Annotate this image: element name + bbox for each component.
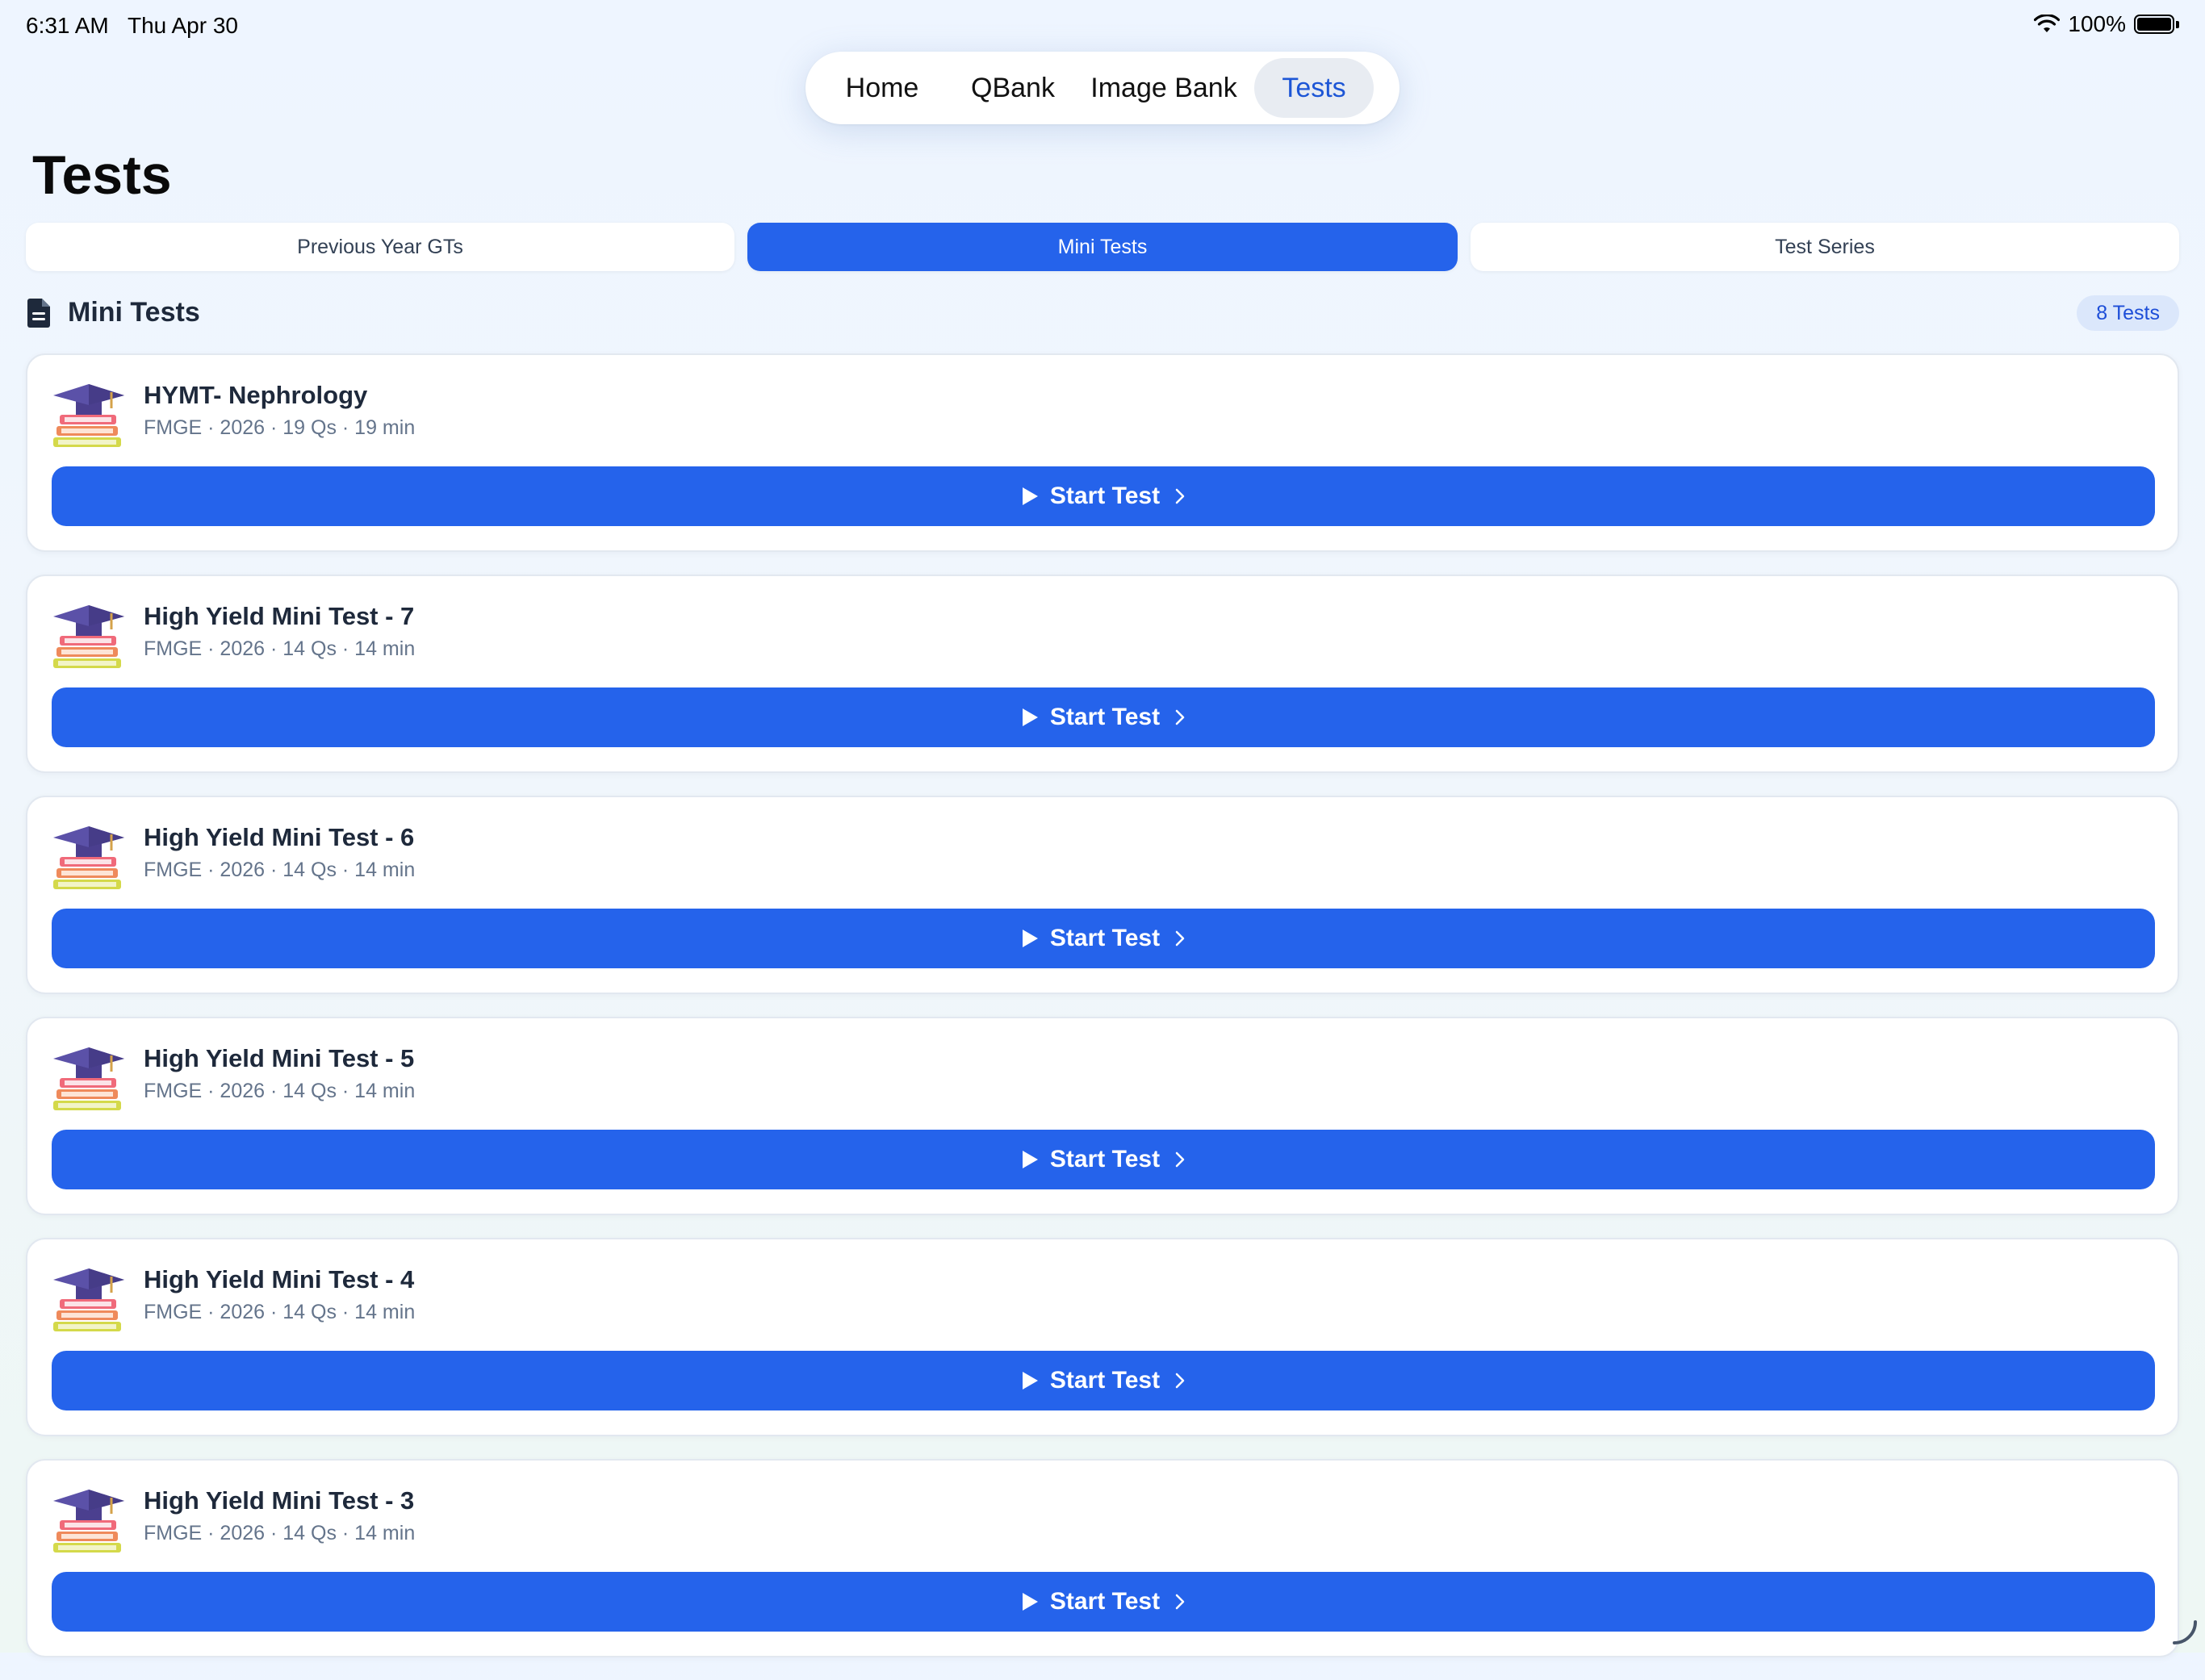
battery-percent: 100% [2068, 11, 2126, 37]
chevron-right-icon [1174, 1372, 1186, 1390]
test-card: High Yield Mini Test - 4 FMGE · 2026 · 1… [26, 1238, 2179, 1436]
start-test-button[interactable]: Start Test [52, 1351, 2155, 1410]
graduation-books-icon [52, 823, 124, 894]
test-meta: FMGE · 2026 · 19 Qs · 19 min [144, 416, 415, 440]
test-meta: FMGE · 2026 · 14 Qs · 14 min [144, 1522, 415, 1545]
play-icon [1021, 487, 1039, 506]
play-icon [1021, 708, 1039, 727]
status-right: 100% [2034, 11, 2179, 37]
test-list: HYMT- Nephrology FMGE · 2026 · 19 Qs · 1… [26, 353, 2179, 1680]
top-nav: Home QBank Image Bank Tests [805, 52, 1400, 124]
start-test-label: Start Test [1050, 1588, 1160, 1615]
segment-previous-year-gts[interactable]: Previous Year GTs [26, 223, 734, 271]
graduation-books-icon [52, 602, 124, 673]
test-title: High Yield Mini Test - 5 [144, 1044, 414, 1073]
test-meta: FMGE · 2026 · 14 Qs · 14 min [144, 1080, 415, 1103]
start-test-label: Start Test [1050, 483, 1160, 510]
start-test-label: Start Test [1050, 1367, 1160, 1394]
segment-test-series[interactable]: Test Series [1471, 223, 2179, 271]
test-meta: FMGE · 2026 · 14 Qs · 14 min [144, 637, 415, 661]
test-card: HYMT- Nephrology FMGE · 2026 · 19 Qs · 1… [26, 353, 2179, 552]
graduation-books-icon [52, 1265, 124, 1336]
play-icon [1021, 1371, 1039, 1390]
segment-mini-tests[interactable]: Mini Tests [747, 223, 1458, 271]
test-title: High Yield Mini Test - 4 [144, 1265, 414, 1294]
start-test-label: Start Test [1050, 1146, 1160, 1173]
start-test-button[interactable]: Start Test [52, 1572, 2155, 1632]
test-card: High Yield Mini Test - 6 FMGE · 2026 · 1… [26, 796, 2179, 994]
wifi-icon [2034, 15, 2060, 34]
status-date: Thu Apr 30 [128, 13, 238, 39]
test-title: HYMT- Nephrology [144, 381, 367, 410]
test-card: High Yield Mini Test - 7 FMGE · 2026 · 1… [26, 575, 2179, 773]
start-test-button[interactable]: Start Test [52, 1130, 2155, 1189]
chevron-right-icon [1174, 1593, 1186, 1611]
play-icon [1021, 1592, 1039, 1611]
test-card: High Yield Mini Test - 3 FMGE · 2026 · 1… [26, 1459, 2179, 1657]
nav-home[interactable]: Home [812, 58, 952, 118]
chevron-right-icon [1174, 487, 1186, 505]
page-title: Tests [32, 144, 172, 207]
test-count-badge: 8 Tests [2077, 295, 2179, 331]
document-icon [27, 299, 50, 328]
test-title: High Yield Mini Test - 6 [144, 823, 414, 852]
nav-image-bank[interactable]: Image Bank [1073, 58, 1254, 118]
graduation-books-icon [52, 381, 124, 452]
chevron-right-icon [1174, 930, 1186, 947]
start-test-label: Start Test [1050, 704, 1160, 731]
start-test-button[interactable]: Start Test [52, 466, 2155, 526]
test-card: High Yield Mini Test - 5 FMGE · 2026 · 1… [26, 1017, 2179, 1215]
test-title: High Yield Mini Test - 3 [144, 1486, 414, 1515]
graduation-books-icon [52, 1044, 124, 1115]
graduation-books-icon [52, 1486, 124, 1557]
start-test-button[interactable]: Start Test [52, 687, 2155, 747]
nav-qbank[interactable]: QBank [952, 58, 1073, 118]
status-time: 6:31 AM [26, 13, 109, 39]
test-title: High Yield Mini Test - 7 [144, 602, 414, 631]
play-icon [1021, 1150, 1039, 1169]
test-meta: FMGE · 2026 · 14 Qs · 14 min [144, 859, 415, 882]
start-test-button[interactable]: Start Test [52, 909, 2155, 968]
start-test-label: Start Test [1050, 925, 1160, 952]
test-meta: FMGE · 2026 · 14 Qs · 14 min [144, 1301, 415, 1324]
window-resize-icon[interactable] [2171, 1619, 2199, 1646]
section-title: Mini Tests [68, 297, 200, 328]
nav-tests[interactable]: Tests [1254, 58, 1374, 118]
section-header: Mini Tests 8 Tests [27, 294, 2179, 334]
battery-icon [2134, 15, 2179, 34]
chevron-right-icon [1174, 1151, 1186, 1168]
chevron-right-icon [1174, 708, 1186, 726]
status-bar: 6:31 AM Thu Apr 30 100% [0, 0, 2205, 50]
play-icon [1021, 929, 1039, 948]
